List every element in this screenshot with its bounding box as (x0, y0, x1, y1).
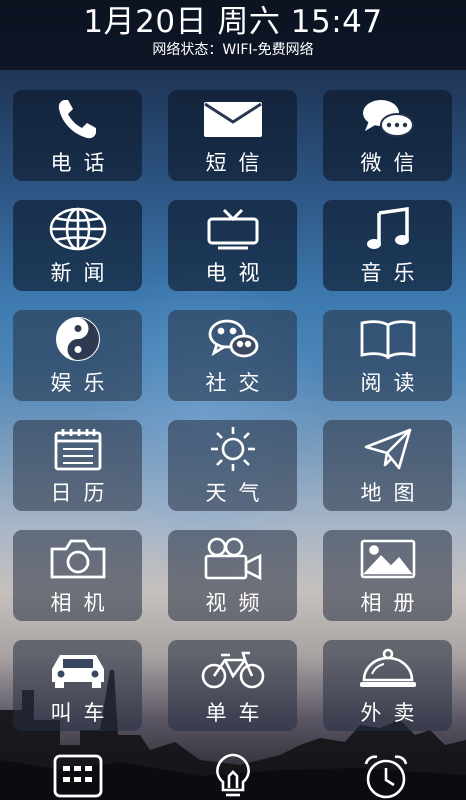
car-icon (13, 645, 142, 693)
tile-album[interactable]: 相册 (323, 530, 452, 621)
light-bulb-icon (216, 753, 250, 797)
photo-album-icon (323, 535, 452, 583)
envelope-icon (168, 95, 297, 143)
tile-label: 视频 (205, 591, 272, 615)
tile-tv[interactable]: 电视 (168, 200, 297, 291)
tile-camera[interactable]: 相机 (13, 530, 142, 621)
tile-label: 短信 (205, 151, 272, 175)
tile-weather[interactable]: 天气 (168, 420, 297, 511)
tile-sms[interactable]: 短信 (168, 90, 297, 181)
tile-label: 娱乐 (50, 371, 117, 395)
tile-music[interactable]: 音乐 (323, 200, 452, 291)
tile-label: 天气 (205, 481, 272, 505)
tv-icon (168, 205, 297, 253)
network-status: 网络状态：WIFI-免费网络 (152, 42, 314, 58)
calendar-icon (13, 425, 142, 473)
alarm-clock-icon (364, 755, 408, 799)
status-bar: 1月20日 周六 15:47 网络状态：WIFI-免费网络 (0, 0, 466, 70)
tile-taxi[interactable]: 叫车 (13, 640, 142, 731)
sun-icon (168, 425, 297, 473)
tile-label: 微信 (360, 151, 427, 175)
tile-label: 相机 (50, 591, 117, 615)
tile-entertainment[interactable]: 娱乐 (13, 310, 142, 401)
dock-keypad[interactable] (50, 752, 106, 800)
dock-light-bulb[interactable] (205, 752, 261, 800)
tile-map[interactable]: 地图 (323, 420, 452, 511)
globe-icon (13, 205, 142, 253)
tile-bike[interactable]: 单车 (168, 640, 297, 731)
date-time: 1月20日 周六 15:47 (83, 4, 383, 40)
bicycle-icon (168, 645, 297, 693)
tile-wechat[interactable]: 微信 (323, 90, 452, 181)
tile-label: 叫车 (50, 701, 117, 725)
video-camera-icon (168, 535, 297, 583)
music-note-icon (323, 205, 452, 253)
tile-phone[interactable]: 电话 (13, 90, 142, 181)
tile-takeout[interactable]: 外卖 (323, 640, 452, 731)
tile-label: 阅读 (360, 371, 427, 395)
tile-calendar[interactable]: 日历 (13, 420, 142, 511)
camera-icon (13, 535, 142, 583)
phone-icon (13, 95, 142, 143)
social-chat-icon (168, 315, 297, 363)
tile-label: 电话 (50, 151, 117, 175)
tile-label: 电视 (205, 261, 272, 285)
tile-label: 音乐 (360, 261, 427, 285)
tile-label: 相册 (360, 591, 427, 615)
tile-social[interactable]: 社交 (168, 310, 297, 401)
tile-label: 日历 (50, 481, 117, 505)
tile-label: 新闻 (50, 261, 117, 285)
yin-yang-icon (13, 315, 142, 363)
food-cloche-icon (323, 645, 452, 693)
tile-label: 社交 (205, 371, 272, 395)
tile-reading[interactable]: 阅读 (323, 310, 452, 401)
paper-plane-icon (323, 425, 452, 473)
chat-bubbles-icon (323, 95, 452, 143)
tile-label: 外卖 (360, 701, 427, 725)
keypad-icon (53, 754, 103, 798)
dock-alarm[interactable] (358, 752, 414, 800)
tile-label: 地图 (360, 481, 427, 505)
tile-video[interactable]: 视频 (168, 530, 297, 621)
tile-news[interactable]: 新闻 (13, 200, 142, 291)
tile-label: 单车 (205, 701, 272, 725)
open-book-icon (323, 315, 452, 363)
